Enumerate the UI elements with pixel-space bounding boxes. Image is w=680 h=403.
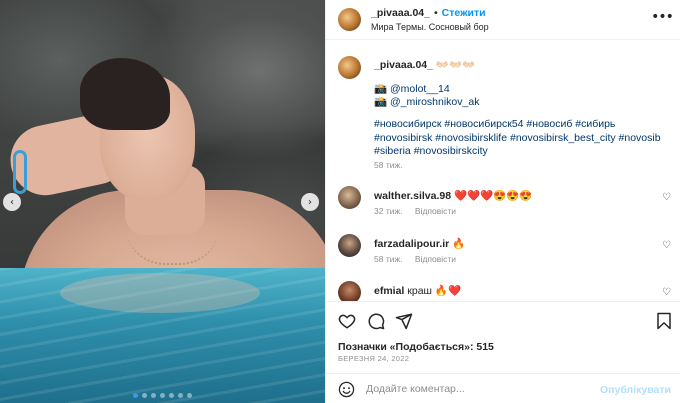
previous-photo-button[interactable]: ‹ <box>3 193 21 211</box>
comment-time[interactable]: 58 тиж. <box>374 254 403 264</box>
carousel-dot <box>187 393 192 398</box>
emoji-icon[interactable] <box>338 381 355 398</box>
bookmark-icon[interactable] <box>655 312 673 330</box>
commenter-username[interactable]: efmial <box>374 285 404 297</box>
like-comment-icon[interactable]: ♡ <box>662 288 672 298</box>
reply-button[interactable]: Відповісти <box>415 206 456 216</box>
carousel-dot <box>133 393 138 398</box>
author-username[interactable]: _pivaaa.04_ <box>371 7 430 19</box>
photo-bracelet <box>13 150 27 194</box>
likes-count[interactable]: Позначки «Подобається»: 515 <box>338 341 494 353</box>
author-avatar[interactable] <box>338 8 361 31</box>
post-location[interactable]: Мира Термы. Сосновый бор <box>371 22 489 32</box>
add-comment-bar: Опублікувати <box>326 373 680 403</box>
reply-button[interactable]: Відповісти <box>415 254 456 264</box>
comment-text: краш 🔥❤️ <box>407 285 462 297</box>
next-photo-button[interactable]: › <box>301 193 319 211</box>
post-header: _pivaaa.04_ • Стежити Мира Термы. Сосновый… <box>326 0 680 40</box>
follow-button[interactable]: Стежити <box>442 7 486 19</box>
commenter-avatar[interactable] <box>338 186 361 209</box>
comment-time[interactable]: 32 тиж. <box>374 206 403 216</box>
commenter-username[interactable]: farzadalipour.ir <box>374 238 449 250</box>
comment-item: farzadalipour.ir 🔥 58 тиж. Відповісти ♡ <box>326 234 680 274</box>
commenter-avatar[interactable] <box>338 234 361 257</box>
like-comment-icon[interactable]: ♡ <box>662 193 672 203</box>
comment-text: 🔥 <box>452 238 466 250</box>
commenter-username[interactable]: walther.silva.98 <box>374 190 451 202</box>
caption-time[interactable]: 58 тиж. <box>374 160 403 170</box>
photo-water <box>0 268 325 403</box>
comment-icon[interactable] <box>367 312 385 330</box>
caption-username[interactable]: _pivaaa.04_ <box>374 59 433 71</box>
caption-author-avatar[interactable] <box>338 56 361 79</box>
comment-item: walther.silva.98 ❤️❤️❤️😍😍😍 32 тиж. Відпо… <box>326 186 680 226</box>
carousel-indicator <box>0 393 325 398</box>
header-separator: • <box>433 7 438 19</box>
publish-button[interactable]: Опублікувати <box>600 384 671 396</box>
comment-text: ❤️❤️❤️😍😍😍 <box>453 190 533 202</box>
mention-link[interactable]: @molot__14 <box>390 83 450 95</box>
water-reflection <box>60 273 260 313</box>
carousel-dot <box>151 393 156 398</box>
carousel-dot <box>160 393 165 398</box>
comment-item: efmial краш 🔥❤️ ♡ <box>326 281 680 301</box>
commenter-avatar[interactable] <box>338 281 361 301</box>
carousel-dot <box>142 393 147 398</box>
caption-emoji: 👐🏻👐🏻👐🏻 <box>435 59 476 71</box>
post-side-panel: _pivaaa.04_ • Стежити Мира Термы. Сосновый… <box>325 0 680 403</box>
carousel-dot <box>178 393 183 398</box>
caption-hashtags[interactable]: #новосибирск #новосибирск54 #новосиб #си… <box>374 118 674 159</box>
chevron-left-icon: ‹ <box>10 196 14 208</box>
heart-icon[interactable] <box>338 312 356 330</box>
more-options-icon[interactable]: ••• <box>651 10 674 24</box>
share-icon[interactable] <box>395 312 413 330</box>
camera-icon: 📸 <box>374 96 388 108</box>
like-comment-icon[interactable]: ♡ <box>662 241 672 251</box>
chevron-right-icon: › <box>308 196 312 208</box>
camera-icon: 📸 <box>374 83 388 95</box>
post-date[interactable]: БЕРЕЗНЯ 24, 2022 <box>338 354 409 363</box>
post-actions <box>326 301 680 339</box>
comment-input[interactable] <box>366 379 596 399</box>
post-photo[interactable]: ‹ › <box>0 0 325 403</box>
mention-link[interactable]: @_miroshnikov_ak <box>390 96 479 108</box>
carousel-dot <box>169 393 174 398</box>
